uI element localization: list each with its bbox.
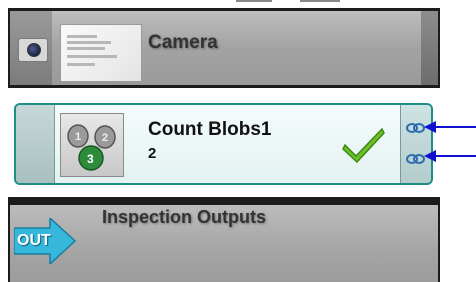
inspection-outputs-title: Inspection Outputs <box>102 207 266 227</box>
camera-icon <box>18 38 48 62</box>
camera-block-right-strip <box>421 11 438 85</box>
camera-image-thumbnail[interactable] <box>60 24 142 82</box>
top-edge-fragment <box>236 0 272 2</box>
out-icon-label: OUT <box>17 232 51 249</box>
svg-text:3: 3 <box>87 152 94 166</box>
count-blobs-left-strip <box>16 105 55 183</box>
count-blobs-title: Count Blobs1 <box>148 119 272 140</box>
count-blobs-right-strip <box>400 105 431 183</box>
svg-text:2: 2 <box>102 132 108 144</box>
pointer-arrow-line <box>432 126 476 128</box>
count-blobs-tool-block[interactable]: 1 2 3 Count Blobs1 2 <box>14 103 433 185</box>
pointer-arrow-head <box>424 150 436 162</box>
count-blobs-result-value: 2 <box>148 145 157 162</box>
svg-text:1: 1 <box>75 131 81 143</box>
pointer-arrow-line <box>432 155 476 157</box>
blobs-icon: 1 2 3 <box>60 113 124 177</box>
pointer-arrow-head <box>424 121 436 133</box>
camera-tool-block[interactable]: Camera <box>8 8 440 88</box>
camera-title: Camera <box>148 32 218 53</box>
check-icon <box>342 127 385 163</box>
top-edge-fragment <box>300 0 340 2</box>
